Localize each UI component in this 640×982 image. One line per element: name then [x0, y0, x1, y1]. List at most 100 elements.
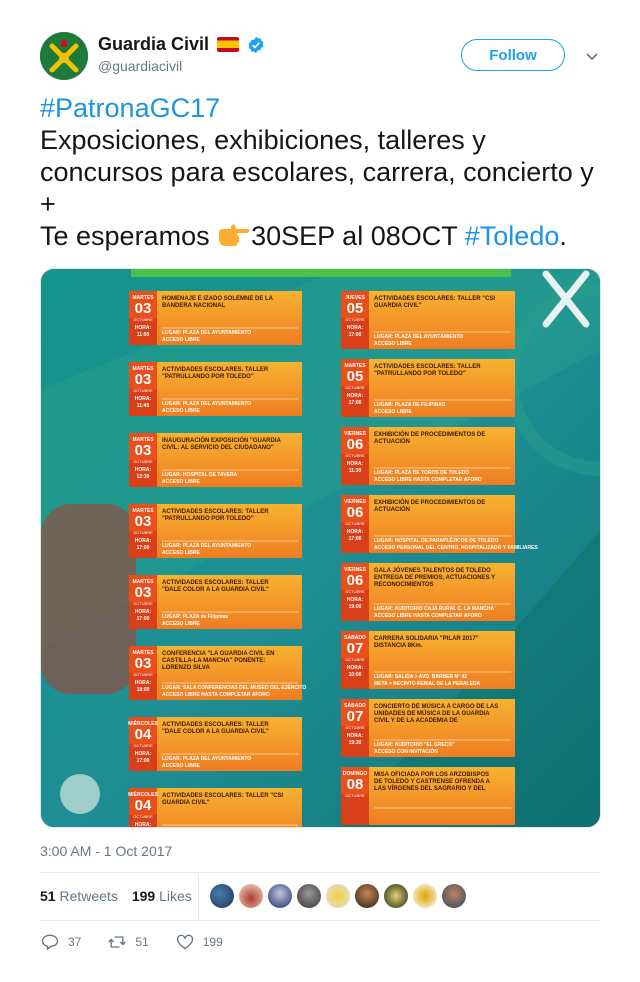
event-location: LUGAR: PLAZA DEL AYUNTAMIENTO [374, 334, 463, 340]
event-time-label: HORA: [347, 461, 364, 467]
reply-count: 37 [68, 935, 82, 949]
user-handle[interactable]: @guardiacivil [98, 58, 182, 74]
likes-stat[interactable]: 199 Likes [132, 888, 192, 904]
event-day: 05 [347, 300, 364, 317]
event-month: OCTUBRE [345, 589, 365, 594]
divider [40, 920, 600, 921]
event-title: RECONOCIMIENTOS [374, 582, 434, 588]
event-title: BANDERA NACIONAL [162, 303, 225, 309]
event-time: 17:00 [349, 536, 362, 542]
event-day: 07 [347, 640, 364, 657]
event-access: ACCESO LIBRE [162, 479, 200, 485]
retweet-count: 51 [135, 935, 149, 949]
event-time: 11:00 [137, 332, 150, 338]
event-time-label: HORA: [347, 665, 364, 671]
event-time: 18:00 [137, 687, 150, 693]
event-title: GALA JÓVENES TALENTOS DE TOLEDO [374, 566, 491, 574]
retweets-stat[interactable]: 51 Retweets [40, 888, 118, 904]
user-name[interactable]: Guardia Civil [98, 34, 209, 55]
event-title: "DALE COLOR A LA GUARDIA CIVIL" [162, 587, 269, 593]
tweet-timestamp[interactable]: 3:00 AM - 1 Oct 2017 [40, 843, 172, 859]
hashtag-link[interactable]: #Toledo [465, 221, 560, 251]
event-title: ACTIVIDADES ESCOLARES: TALLER [162, 580, 269, 586]
event-access: ACCESO LIBRE [162, 763, 200, 769]
event-day: 03 [135, 513, 152, 530]
event-title: ACTUACIÓN [374, 505, 410, 513]
event-title: "PATRULLANDO POR TOLEDO" [162, 516, 254, 522]
tweet-line-1: Exposiciones, exhibiciones, talleres y c… [40, 125, 594, 219]
tweet-image[interactable]: MARTES 03 OCTUBRE HORA: 11:00 HOMENAJE E IZAD… [40, 268, 601, 828]
event-location: LUGAR: SALA CONFERENCIAS DEL MUSEO DEL E… [162, 683, 306, 691]
event-time-label: HORA: [135, 609, 152, 615]
event-month: OCTUBRE [345, 453, 365, 458]
event-time-label: HORA: [347, 597, 364, 603]
liker-avatar[interactable] [239, 884, 263, 908]
follow-button[interactable]: Follow [461, 39, 565, 71]
event-location: LUGAR: PLAZA de Filipinas [162, 614, 228, 620]
event-time-label: HORA: [347, 393, 364, 399]
event-time-label: HORA: [135, 325, 152, 331]
reply-button[interactable]: 37 [40, 932, 81, 952]
event-title: LAS VÍRGENES DEL SAGRARIO Y DEL [374, 784, 486, 792]
event-location: LUGAR: AUDITORIO CAJA RURAL C. LA MANCHA [374, 606, 494, 612]
event-location: LUGAR: HOSPITAL DE TAVERA [162, 472, 238, 478]
liker-avatar[interactable] [297, 884, 321, 908]
event-day: 03 [135, 655, 152, 672]
event-month: OCTUBRE [133, 814, 153, 819]
liker-avatar[interactable] [413, 884, 437, 908]
liker-avatar[interactable] [384, 884, 408, 908]
liker-avatar[interactable] [268, 884, 292, 908]
event-title: ENTREGA DE PREMIOS, ACTUACIONES Y [374, 575, 495, 581]
event-day: 06 [347, 504, 364, 521]
likes-label: Likes [159, 888, 192, 904]
event-month: OCTUBRE [133, 530, 153, 535]
retweets-count: 51 [40, 888, 56, 904]
event-title: CARRERA SOLIDARIA "PILAR 2017" [374, 636, 479, 642]
event-title: CIVIL: AL SERVICIO DEL CIUDADANO" [162, 445, 274, 451]
avatar[interactable] [40, 32, 88, 80]
event-access: ACCESO LIBRE [162, 408, 200, 414]
liker-avatar[interactable] [442, 884, 466, 908]
event-location: LUGAR: PLAZA DE FILIPINAS [162, 827, 234, 828]
liker-avatar[interactable] [210, 884, 234, 908]
event-time-label: HORA: [135, 822, 152, 828]
event-title: "DALE COLOR A LA GUARDIA CIVIL" [162, 729, 269, 735]
event-time: 11:30 [349, 468, 362, 474]
chevron-down-icon[interactable] [584, 48, 600, 64]
event-day: 06 [347, 436, 364, 453]
user-name-row[interactable]: Guardia Civil [98, 34, 265, 55]
retweet-button[interactable]: 51 [107, 932, 149, 952]
retweet-icon [108, 936, 127, 948]
like-button[interactable]: 199 [175, 932, 223, 952]
event-time-label: HORA: [347, 733, 364, 739]
event-day: 03 [135, 300, 152, 317]
event-access: ACCESO LIBRE [162, 550, 200, 556]
event-month: OCTUBRE [345, 657, 365, 662]
event-title: GUARDIA CIVIL" [162, 800, 210, 806]
liker-avatar[interactable] [355, 884, 379, 908]
event-location: LUGAR: PLAZA DE FILIPINAS [374, 402, 446, 408]
pointing-hand-icon [219, 224, 250, 246]
engagement-stats: 51 Retweets 199 Likes [40, 888, 192, 904]
event-day: 03 [135, 584, 152, 601]
event-time: 19:30 [349, 740, 362, 746]
event-access: ACCESO LIBRE HASTA COMPLETAR AFORO [374, 613, 482, 619]
event-day: 07 [347, 708, 364, 725]
event-title: ACTIVIDADES ESCOLARES: TALLER [374, 364, 481, 370]
event-title: CASTILLA-LA MANCHA" PONENTE: [162, 658, 265, 664]
event-access: ACCESO PERSONAL DEL CENTRO, HOSPITALIZAD… [374, 545, 538, 551]
event-month: OCTUBRE [345, 521, 365, 526]
likes-count: 199 [131, 888, 156, 904]
liker-avatar[interactable] [326, 884, 350, 908]
heart-icon [176, 934, 193, 950]
spain-flag-icon [217, 37, 240, 52]
event-title: DE TOLEDO Y CASTRENSE OFRENDA A [374, 779, 491, 785]
event-title: ACTIVIDADES ESCOLARES: TALLER "CSI [162, 793, 283, 799]
tweet-text: #PatronaGC17 Exposiciones, exhibiciones,… [40, 92, 600, 252]
event-title: MISA OFICIADA POR LOS ARZOBISPOS [374, 772, 489, 778]
hashtag-link[interactable]: #PatronaGC17 [40, 93, 220, 123]
tweet-actions: 37 51 199 [40, 932, 249, 952]
event-time: 10:00 [349, 672, 362, 678]
event-month: OCTUBRE [133, 601, 153, 606]
event-title: CONFERENCIA "LA GUARDIA CIVIL EN [162, 651, 274, 657]
